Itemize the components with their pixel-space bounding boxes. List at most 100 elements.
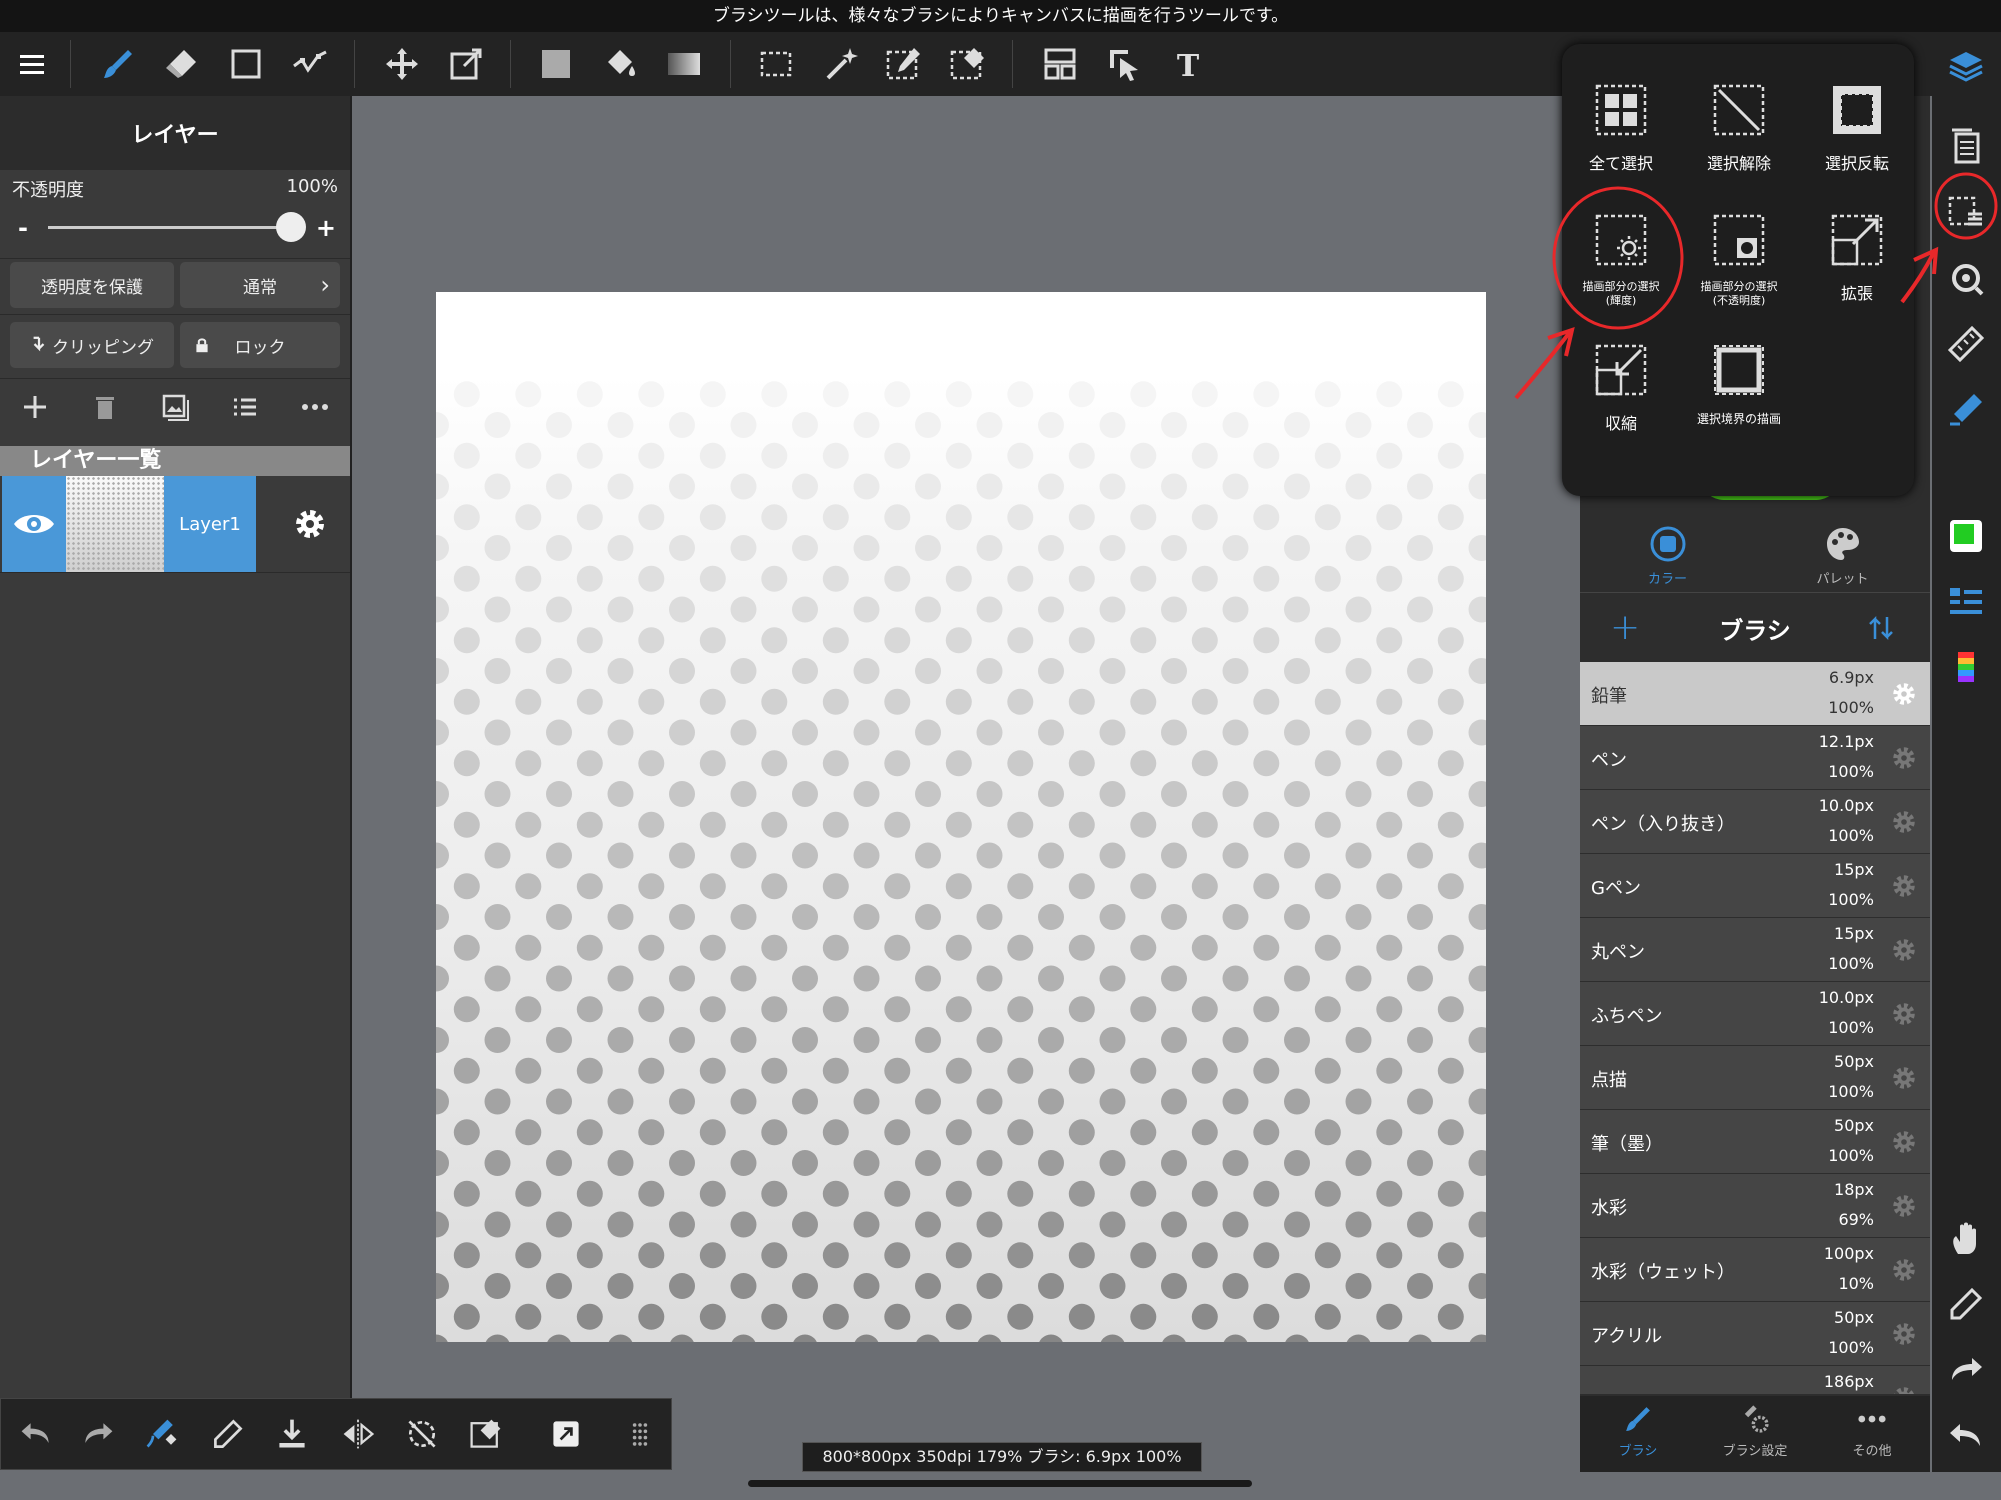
brush-row[interactable]: アクリル 50px 100% bbox=[1580, 1302, 1930, 1366]
drawing-canvas[interactable] bbox=[436, 292, 1486, 1342]
brush-row[interactable]: 丸ペン 15px 100% bbox=[1580, 918, 1930, 982]
layer-image-icon[interactable] bbox=[150, 392, 200, 422]
move-tool-icon[interactable] bbox=[378, 32, 426, 96]
clipping-button[interactable]: クリッピング bbox=[10, 322, 174, 368]
brush-tool-icon[interactable] bbox=[94, 32, 142, 96]
text-tool-icon[interactable]: T bbox=[1164, 32, 1212, 96]
halftone-dot bbox=[1161, 904, 1187, 930]
expand-selection-button[interactable]: 拡張 bbox=[1798, 210, 1916, 340]
blend-mode-button[interactable]: 通常 › bbox=[180, 262, 340, 308]
brush-row[interactable]: 筆（墨） 50px 100% bbox=[1580, 1110, 1930, 1174]
operation-tool-icon[interactable] bbox=[1100, 32, 1148, 96]
current-color-swatch[interactable] bbox=[1942, 512, 1990, 560]
brush-settings-gear-icon[interactable] bbox=[1890, 1320, 1918, 1352]
selection-menu-icon[interactable] bbox=[1942, 188, 1990, 236]
nav-brush-settings[interactable]: ブラシ設定 bbox=[1697, 1402, 1813, 1472]
deselect-button[interactable]: 選択解除 bbox=[1680, 80, 1798, 210]
redo-icon[interactable] bbox=[1942, 1346, 1990, 1394]
layer-settings-gear-icon[interactable] bbox=[290, 504, 330, 548]
reset-rotation-icon[interactable] bbox=[399, 1411, 445, 1457]
brush-eraser-toggle-icon[interactable] bbox=[139, 1411, 185, 1457]
select-pen-icon[interactable] bbox=[880, 32, 928, 96]
select-all-button[interactable]: 全て選択 bbox=[1562, 80, 1680, 210]
brush-row[interactable]: 186px bbox=[1580, 1366, 1930, 1394]
flip-horizontal-icon[interactable] bbox=[335, 1411, 381, 1457]
select-drawn-luminance-button[interactable]: 描画部分の選択 (輝度) bbox=[1562, 210, 1680, 340]
snap-pen-icon[interactable] bbox=[1942, 386, 1990, 434]
select-rect-icon[interactable] bbox=[752, 32, 800, 96]
brush-settings-gear-icon[interactable] bbox=[1890, 872, 1918, 904]
halftone-dot bbox=[1437, 1180, 1464, 1207]
brush-row[interactable]: 鉛筆 6.9px 100% bbox=[1580, 662, 1930, 726]
brush-settings-gear-icon[interactable] bbox=[1890, 1064, 1918, 1096]
invert-selection-button[interactable]: 選択反転 bbox=[1798, 80, 1916, 210]
sort-icon[interactable] bbox=[1866, 613, 1896, 647]
opacity-decrease-button[interactable]: - bbox=[18, 214, 28, 242]
lock-button[interactable]: ロック bbox=[180, 322, 340, 368]
brush-row[interactable]: 水彩（ウェット） 100px 10% bbox=[1580, 1238, 1930, 1302]
brush-settings-gear-icon[interactable] bbox=[1890, 1256, 1918, 1288]
hand-icon[interactable] bbox=[1942, 1214, 1990, 1262]
brush-settings-gear-icon[interactable] bbox=[1890, 936, 1918, 968]
transform-tool-icon[interactable] bbox=[442, 32, 490, 96]
clear-selection-icon[interactable] bbox=[463, 1411, 509, 1457]
fill-tool-icon[interactable] bbox=[532, 32, 580, 96]
layers-icon[interactable] bbox=[1942, 44, 1990, 92]
brush-settings-gear-icon[interactable] bbox=[1890, 680, 1918, 712]
nav-brush[interactable]: ブラシ bbox=[1580, 1402, 1696, 1472]
frame-tool-icon[interactable] bbox=[1036, 32, 1084, 96]
brush-settings-gear-icon[interactable] bbox=[1890, 1192, 1918, 1224]
ruler-icon[interactable] bbox=[1942, 320, 1990, 368]
opacity-increase-button[interactable]: + bbox=[316, 214, 336, 242]
brush-settings-gear-icon[interactable] bbox=[1890, 1000, 1918, 1032]
dot-tool-icon[interactable] bbox=[286, 32, 334, 96]
nav-other[interactable]: その他 bbox=[1814, 1402, 1930, 1472]
rotate-icon[interactable] bbox=[1942, 254, 1990, 302]
layer-list-view-icon[interactable] bbox=[220, 392, 270, 422]
eyedropper-icon[interactable] bbox=[205, 1411, 251, 1457]
menu-icon[interactable] bbox=[8, 32, 56, 96]
brush-settings-gear-icon[interactable] bbox=[1890, 1384, 1918, 1394]
protect-alpha-button[interactable]: 透明度を保護 bbox=[10, 262, 174, 308]
tab-color[interactable]: カラー bbox=[1580, 520, 1755, 588]
halftone-dot bbox=[1007, 381, 1034, 408]
visibility-eye-icon[interactable] bbox=[2, 476, 66, 572]
save-download-icon[interactable] bbox=[269, 1411, 315, 1457]
layer-row[interactable]: Layer1 bbox=[0, 476, 350, 572]
magic-wand-icon[interactable] bbox=[816, 32, 864, 96]
pages-icon[interactable] bbox=[1942, 122, 1990, 170]
delete-layer-icon[interactable] bbox=[80, 392, 130, 422]
eyedropper-icon[interactable] bbox=[1942, 1280, 1990, 1328]
brush-row[interactable]: ペン 12.1px 100% bbox=[1580, 726, 1930, 790]
halftone-dot bbox=[1068, 934, 1095, 961]
brush-row[interactable]: ふちペン 10.0px 100% bbox=[1580, 982, 1930, 1046]
brush-row[interactable]: ペン（入り抜き） 10.0px 100% bbox=[1580, 790, 1930, 854]
opacity-slider-track[interactable] bbox=[48, 226, 288, 229]
halftone-dot bbox=[453, 1119, 480, 1146]
brush-settings-gear-icon[interactable] bbox=[1890, 744, 1918, 776]
color-palette-icon[interactable] bbox=[1942, 644, 1990, 692]
draw-selection-border-button[interactable]: 選択境界の描画 bbox=[1680, 340, 1798, 470]
brush-settings-gear-icon[interactable] bbox=[1890, 808, 1918, 840]
shrink-selection-button[interactable]: 収縮 bbox=[1562, 340, 1680, 470]
brush-row[interactable]: 点描 50px 100% bbox=[1580, 1046, 1930, 1110]
opacity-slider-knob[interactable] bbox=[276, 212, 306, 242]
bucket-tool-icon[interactable] bbox=[596, 32, 644, 96]
select-eraser-icon[interactable] bbox=[944, 32, 992, 96]
gradient-tool-icon[interactable] bbox=[660, 32, 708, 96]
brush-row[interactable]: 水彩 18px 69% bbox=[1580, 1174, 1930, 1238]
grip-icon[interactable] bbox=[617, 1411, 663, 1457]
brush-settings-gear-icon[interactable] bbox=[1890, 1128, 1918, 1160]
shape-tool-icon[interactable] bbox=[222, 32, 270, 96]
add-layer-icon[interactable] bbox=[10, 392, 60, 422]
redo-icon[interactable] bbox=[75, 1411, 121, 1457]
undo-icon[interactable] bbox=[13, 1411, 59, 1457]
select-drawn-opacity-button[interactable]: 描画部分の選択 (不透明度) bbox=[1680, 210, 1798, 340]
tab-palette[interactable]: パレット bbox=[1755, 520, 1930, 588]
brush-row[interactable]: Gペン 15px 100% bbox=[1580, 854, 1930, 918]
layer-more-icon[interactable] bbox=[290, 392, 340, 422]
layer-list-icon[interactable] bbox=[1942, 578, 1990, 626]
fullscreen-icon[interactable] bbox=[543, 1411, 589, 1457]
undo-icon[interactable] bbox=[1942, 1412, 1990, 1460]
eraser-tool-icon[interactable] bbox=[158, 32, 206, 96]
